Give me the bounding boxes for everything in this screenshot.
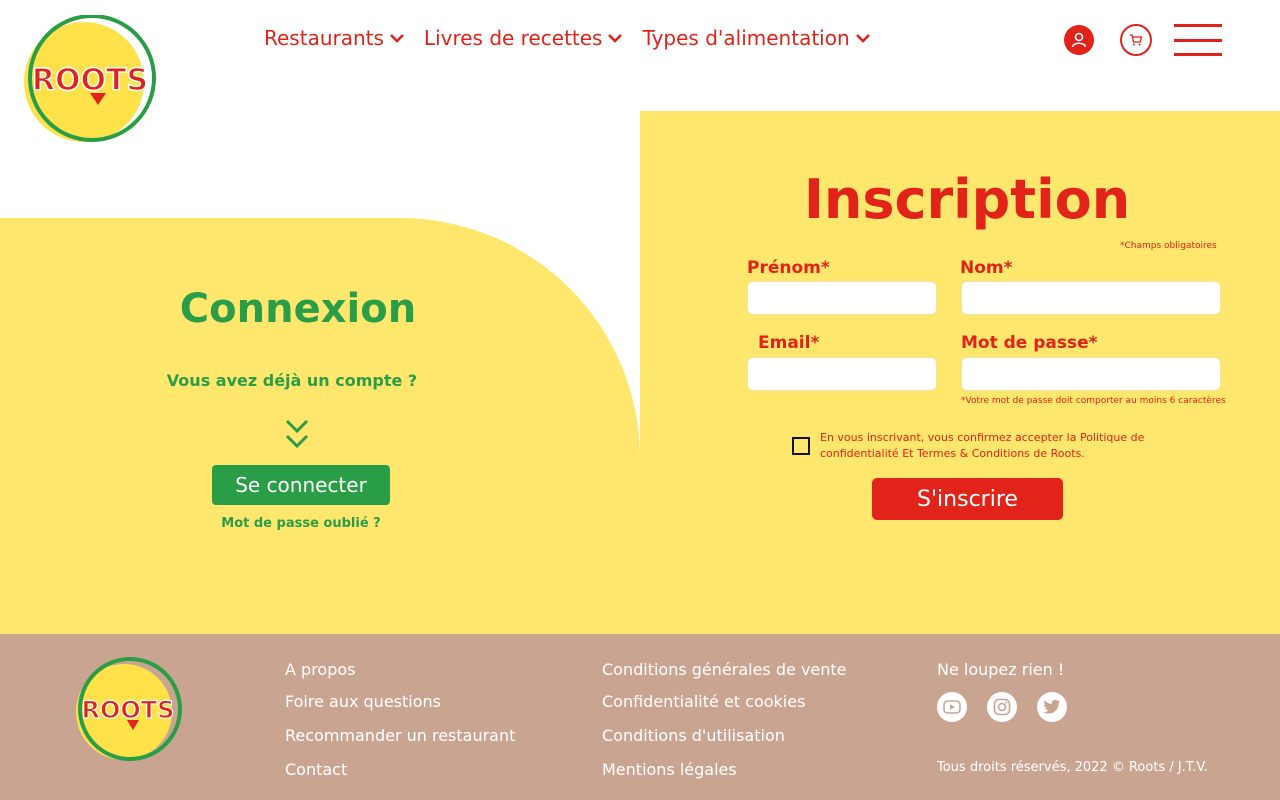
copyright-text: Tous droits réservés, 2022 © Roots / J.T… [937,760,1208,775]
twitter-icon [1043,699,1061,714]
password-hint: *Votre mot de passe doit comporter au mo… [961,396,1226,406]
footer-link-cgv[interactable]: Conditions générales de vente [602,660,847,679]
terms-text: En vous inscrivant, vous confirmez accep… [820,431,1145,460]
footer-logo-wordmark: ROOTS [82,696,175,724]
menu-line [1174,24,1222,27]
twitter-button[interactable] [1037,692,1067,722]
menu-line [1174,38,1222,42]
menu-line [1174,53,1222,56]
menu-icon[interactable] [1174,24,1222,56]
main-nav: Restaurants Livres de recettes Types d'a… [264,26,890,50]
password-field[interactable] [961,357,1221,391]
cart-icon [1130,34,1143,46]
required-fields-note: *Champs obligatoires [1120,241,1217,251]
account-button[interactable] [1064,25,1094,55]
nav-restaurants-label: Restaurants [264,26,384,50]
youtube-icon [943,700,961,714]
forgot-password-link[interactable]: Mot de passe oublié ? [0,516,602,531]
firstname-field[interactable] [747,281,937,315]
signup-button[interactable]: S'inscrire [872,478,1063,520]
password-label: Mot de passe* [961,333,1098,353]
footer-link-faq[interactable]: Foire aux questions [285,692,441,711]
footer-roots-logo[interactable]: ROOTS [72,656,184,764]
login-panel [0,218,640,634]
chevron-down-icon [855,34,870,43]
signup-title: Inscription [803,168,1131,231]
footer-link-terms-of-use[interactable]: Conditions d'utilisation [602,726,785,745]
newsletter-title: Ne loupez rien ! [937,660,1065,679]
nav-types-alimentation[interactable]: Types d'alimentation [642,26,871,50]
chevron-down-icon [608,34,623,43]
header-actions [1064,24,1222,56]
user-icon [1071,32,1087,48]
double-chevron-down-icon [285,419,309,449]
login-question: Vous avez déjà un compte ? [166,371,418,390]
footer-link-contact[interactable]: Contact [285,760,347,779]
footer-link-legal[interactable]: Mentions légales [602,760,737,779]
email-label: Email* [758,333,820,353]
footer-link-about[interactable]: A propos [285,660,355,679]
email-field[interactable] [747,357,937,391]
nav-livres-de-recettes[interactable]: Livres de recettes [424,26,625,50]
instagram-button[interactable] [987,692,1017,722]
nav-livres-label: Livres de recettes [423,26,603,50]
lastname-field[interactable] [961,281,1221,315]
footer-link-privacy[interactable]: Confidentialité et cookies [602,692,805,711]
instagram-icon [993,698,1011,716]
firstname-label: Prénom* [747,258,830,278]
roots-logo[interactable]: ROOTS [20,15,160,145]
cart-button[interactable] [1120,24,1152,56]
login-button[interactable]: Se connecter [212,465,390,505]
youtube-button[interactable] [937,692,967,722]
login-title: Connexion [179,286,417,332]
nav-types-label: Types d'alimentation [642,26,850,50]
lastname-label: Nom* [960,258,1013,278]
chevron-down-icon [390,34,404,43]
nav-restaurants[interactable]: Restaurants [264,26,406,50]
footer-link-recommend[interactable]: Recommander un restaurant [285,726,515,745]
logo-wordmark: ROOTS [32,63,148,98]
terms-checkbox[interactable] [792,437,810,455]
